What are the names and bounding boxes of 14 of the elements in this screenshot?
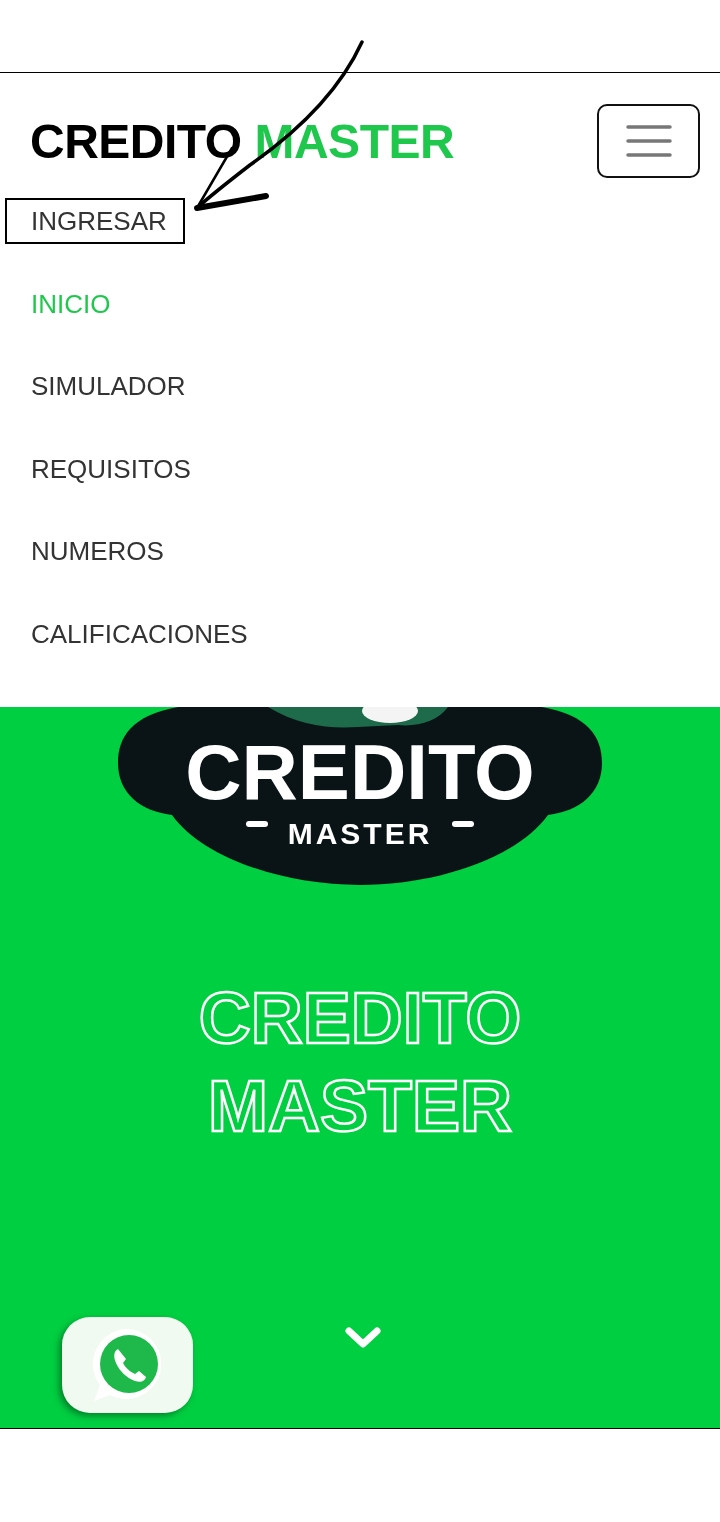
nav-link[interactable]: NUMEROS (5, 528, 182, 574)
chevron-down-icon[interactable] (343, 1325, 382, 1350)
whatsapp-button[interactable] (62, 1316, 193, 1413)
menu-button[interactable] (597, 104, 700, 178)
dash-icon (246, 820, 268, 827)
nav-link[interactable]: SIMULADOR (5, 363, 204, 409)
menu-icon (625, 124, 672, 158)
logo-title: CREDITO (185, 727, 535, 816)
logo-subtitle: MASTER (287, 816, 433, 850)
nav-link[interactable]: INGRESAR (5, 198, 185, 244)
nav-link[interactable]: REQUISITOS (5, 445, 209, 492)
hero-heading: CREDITO MASTER (198, 976, 522, 1148)
nav-link[interactable]: CALIFICACIONES (5, 610, 266, 657)
dash-icon (452, 820, 474, 827)
